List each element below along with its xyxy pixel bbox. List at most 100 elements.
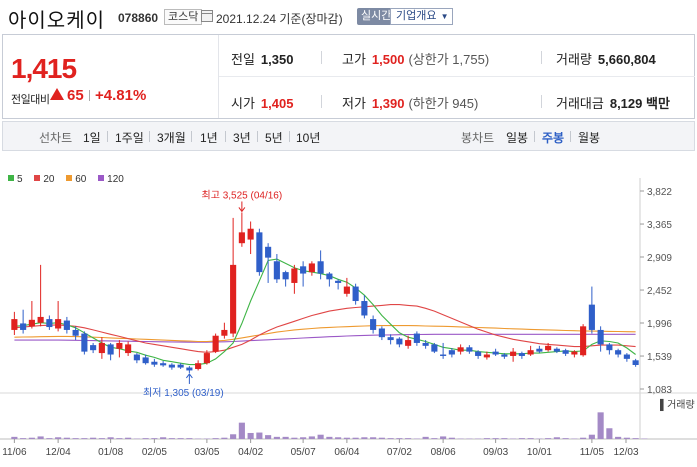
- divider: [289, 131, 290, 142]
- candle-body: [282, 272, 289, 280]
- volume-bar: [387, 438, 394, 439]
- x-tick-label: 12/04: [46, 447, 71, 458]
- candle-body: [203, 353, 210, 364]
- company-info-dropdown[interactable]: 기업개요 ▼: [390, 8, 454, 25]
- divider: [219, 76, 695, 77]
- candle-body: [510, 351, 517, 356]
- stock-code: 078860: [118, 11, 159, 25]
- candle-body: [11, 319, 18, 330]
- candle-body: [160, 363, 167, 366]
- volume-bar: [55, 437, 62, 439]
- tab-daily[interactable]: 일봉: [506, 129, 528, 146]
- x-tick-label: 09/03: [483, 447, 508, 458]
- volume-bar: [597, 412, 604, 439]
- divider: [149, 131, 150, 142]
- tab-weekly[interactable]: 주봉: [542, 129, 564, 146]
- y-tick-label: 2,909: [647, 253, 672, 264]
- volume-bar: [615, 436, 622, 439]
- x-tick-label: 02/05: [142, 447, 167, 458]
- candle-body: [55, 319, 62, 329]
- volume-bar: [116, 438, 123, 439]
- x-tick-label: 11/05: [580, 447, 605, 458]
- candle-body: [107, 344, 114, 355]
- divider: [570, 131, 571, 142]
- candle-body: [221, 329, 228, 336]
- y-tick-label: 1,996: [647, 319, 672, 330]
- candle-body: [361, 301, 368, 316]
- candle-body: [448, 350, 455, 355]
- candle-body: [475, 351, 482, 356]
- tab-1y[interactable]: 1년: [200, 129, 218, 146]
- tab-monthly[interactable]: 월봉: [578, 129, 600, 146]
- tab-1d[interactable]: 1일: [83, 129, 101, 146]
- volume-bar: [562, 438, 569, 439]
- tab-1w[interactable]: 1주일: [115, 129, 144, 146]
- volume-bar: [352, 437, 359, 439]
- volume-bar: [230, 434, 237, 439]
- candle-body: [186, 367, 193, 371]
- volume-bar: [247, 432, 254, 439]
- candle-body: [90, 345, 97, 351]
- chart-period-tabs: 선차트 1일 1주일 3개월 1년 3년 5년 10년 봉차트 일봉 주봉 월봉: [2, 121, 695, 151]
- candle-body: [177, 364, 184, 368]
- candle-body: [28, 319, 35, 327]
- candle-body: [308, 263, 315, 273]
- x-tick-label: 11/06: [2, 447, 27, 458]
- volume-bar: [81, 438, 88, 439]
- tab-3m[interactable]: 3개월: [157, 129, 186, 146]
- volume-bar: [20, 438, 27, 439]
- candle-body: [527, 350, 534, 355]
- volume-bar: [212, 438, 219, 439]
- candle-body: [37, 316, 44, 323]
- candle-body: [483, 354, 490, 358]
- volume-bar: [273, 436, 280, 439]
- volume-bar: [72, 438, 79, 439]
- candle-body: [387, 337, 394, 341]
- candle-body: [98, 342, 105, 354]
- candle-body: [501, 354, 508, 357]
- candle-body: [256, 232, 263, 273]
- volume-bar: [160, 437, 167, 439]
- volume-bar: [501, 438, 508, 439]
- candle-body: [396, 338, 403, 345]
- tab-5y[interactable]: 5년: [265, 129, 283, 146]
- volume-bar: [37, 436, 44, 439]
- candle-body: [606, 344, 613, 351]
- volume-bar: [256, 432, 263, 439]
- y-tick-label: 1,083: [647, 385, 672, 396]
- volume-bar: [623, 437, 630, 439]
- volume-bar: [440, 436, 447, 439]
- volume-bar: [545, 438, 552, 439]
- x-tick-label: 07/02: [387, 447, 412, 458]
- volume-bar: [580, 437, 587, 439]
- volume-bar: [553, 437, 560, 439]
- volume-bar: [335, 437, 342, 439]
- volume-bar: [361, 437, 368, 439]
- divider: [321, 95, 322, 108]
- volume-bar: [606, 428, 613, 439]
- y-tick-label: 2,452: [647, 286, 672, 297]
- price-summary: 1,415 전일대비 65 +4.81% 전일 1,350 고가 1,500 (상한가…: [2, 34, 695, 119]
- volume-bar: [125, 437, 132, 439]
- candle-body: [142, 357, 149, 364]
- candle-body: [247, 228, 254, 240]
- divider: [534, 131, 535, 142]
- weekly-candlestick-chart[interactable]: 3,822 3,365 2,909 2,452 1,996 1,539 1,083 11/06…: [0, 168, 697, 467]
- volume-bar: [168, 438, 175, 439]
- volume-bar: [265, 435, 272, 439]
- y-tick-label: 1,539: [647, 352, 672, 363]
- tab-10y[interactable]: 10년: [296, 129, 320, 146]
- open-price: 시가 1,405: [231, 96, 294, 111]
- candle-body: [151, 361, 158, 365]
- x-tick-label: 08/06: [431, 447, 456, 458]
- volume-bar: [431, 438, 438, 439]
- divider: [107, 131, 108, 142]
- tab-3y[interactable]: 3년: [233, 129, 251, 146]
- candle-body: [422, 342, 429, 346]
- volume-bar: [308, 436, 315, 439]
- candle-body: [413, 333, 420, 343]
- candle-body: [273, 261, 280, 280]
- volume-bar: [11, 436, 18, 439]
- y-tick-label: 3,822: [647, 187, 672, 198]
- up-arrow-icon: [50, 88, 64, 100]
